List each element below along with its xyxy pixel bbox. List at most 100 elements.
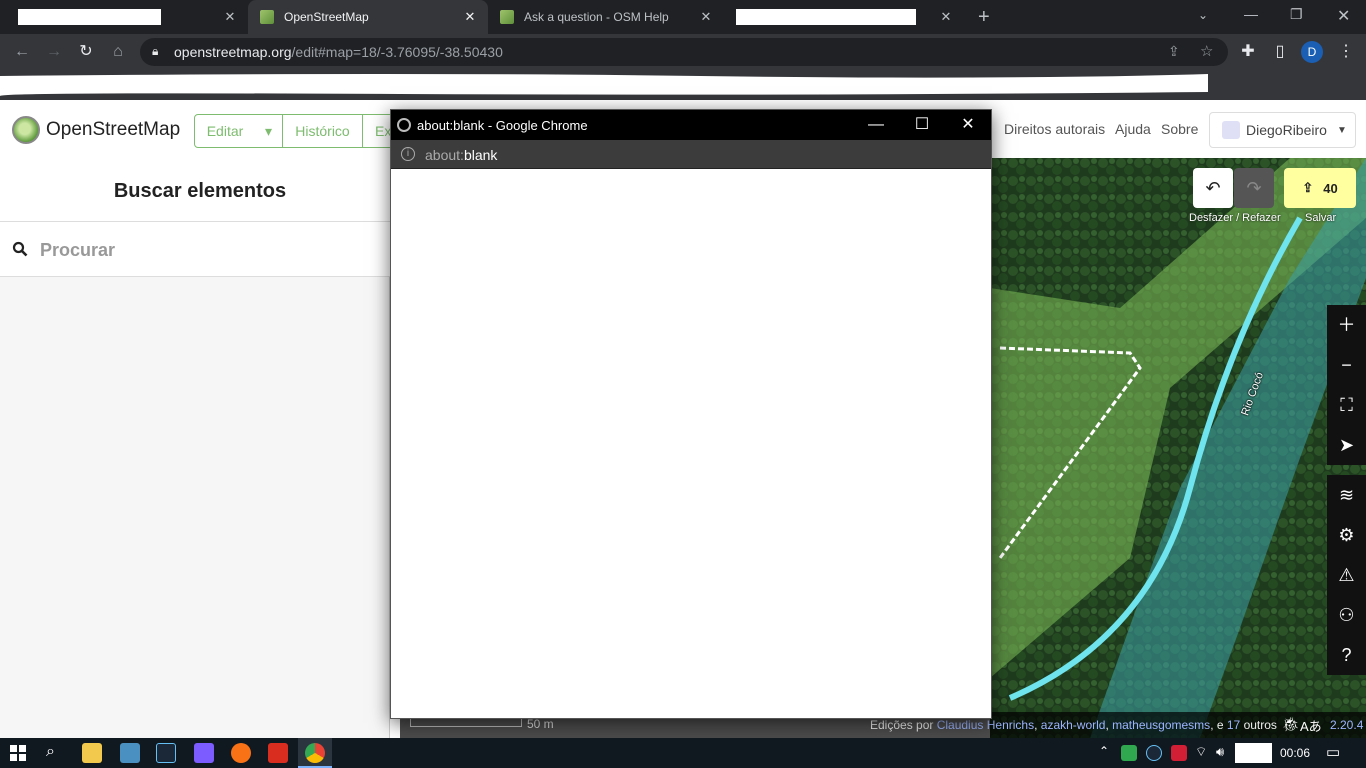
close-tab-icon[interactable]: ✕ [222,9,238,25]
user-name: DiegoRibeiro [1246,122,1327,138]
preferences-icon[interactable]: ⚇ [1327,595,1366,635]
user-link[interactable]: matheusgomesms [1112,718,1210,732]
chevron-up-icon[interactable]: ⌃ [1099,744,1109,758]
info-icon[interactable]: i [401,147,415,161]
windows-start-icon[interactable] [10,745,26,761]
search-icon [12,241,28,257]
sidebar-header: Buscar elementos [0,158,390,222]
redo-button[interactable]: ↷ [1234,168,1274,208]
save-label: Salvar [1305,212,1337,224]
wifi-icon[interactable]: ⌔ [1195,744,1207,760]
others-count-link[interactable]: 17 [1227,718,1240,732]
map-canvas[interactable]: Rio Cocó [990,158,1366,738]
search-icon[interactable]: ⌕ [46,743,55,761]
attribution-others: outros [1240,718,1277,732]
browser-tab[interactable]: ✕ [724,0,964,34]
popup-url: about:blank [425,147,497,163]
close-tab-icon[interactable]: ✕ [462,9,478,25]
browser-tab[interactable]: ✕ [0,0,248,34]
maximize-icon[interactable]: ☐ [899,110,945,140]
zoom-out-button[interactable]: − [1327,345,1366,385]
popup-window[interactable]: about:blank - Google Chrome — ☐ ✕ i abou… [390,109,992,719]
zoom-to-selection-icon[interactable]: ⛶ [1327,385,1366,425]
redacted-tab-title [736,9,916,25]
globe-icon [397,118,411,132]
chevron-down-icon: ▼ [1336,124,1347,136]
map-data-icon[interactable]: ⚙ [1327,515,1366,555]
minimize-icon[interactable]: — [1244,6,1258,22]
editor-sidebar: Buscar elementos [0,158,390,738]
browser-tab-strip: ✕ OpenStreetMap ✕ Ask a question - OSM H… [0,0,1366,34]
browser-tab-osm[interactable]: OpenStreetMap ✕ [248,0,488,34]
close-tab-icon[interactable]: ✕ [938,9,954,25]
close-tab-icon[interactable]: ✕ [698,9,714,25]
issues-warning-icon[interactable]: ⚠ [1327,555,1366,595]
edit-button[interactable]: Editar [194,114,256,148]
restore-icon[interactable]: ❐ [1290,6,1303,23]
redacted-tray [1235,743,1272,763]
popup-address-bar: i about:blank [391,140,991,169]
geolocate-icon[interactable]: ➤ [1327,425,1366,465]
history-button[interactable]: Histórico [282,114,363,148]
user-menu-button[interactable]: DiegoRibeiro ▼ [1209,112,1356,148]
edit-dropdown-button[interactable]: ▾ [255,114,283,148]
origin-icon[interactable] [231,743,251,763]
copyright-link[interactable]: Direitos autorais [1004,121,1105,137]
security-icon[interactable] [1121,745,1137,761]
user-link[interactable]: Claudius Henrichs [937,718,1034,732]
popup-titlebar[interactable]: about:blank - Google Chrome — ☐ ✕ [391,110,991,140]
osm-favicon-icon [260,10,274,24]
volume-icon[interactable]: 🔊︎ [1216,744,1224,760]
undo-button[interactable]: ↶ [1193,168,1233,208]
about-link[interactable]: Sobre [1161,121,1198,137]
zoom-in-button[interactable]: ＋ [1327,305,1366,345]
url-host: openstreetmap.org [174,44,292,60]
forward-icon[interactable]: → [44,42,64,62]
scale-label: 50 m [527,717,554,731]
home-icon[interactable]: ⌂ [108,42,128,62]
game-app-icon[interactable] [194,743,214,763]
share-icon[interactable]: ⇪ [1168,43,1180,60]
minimize-icon[interactable]: — [853,110,899,140]
background-layers-icon[interactable]: ≋ [1327,475,1366,515]
tab-search-icon[interactable]: ⌄ [1198,8,1208,22]
avatar [1222,121,1240,139]
satellite-map [990,158,1366,738]
close-window-icon[interactable]: ✕ [1337,6,1350,26]
help-icon[interactable]: ? [1327,635,1366,675]
menu-icon[interactable]: ⋮ [1336,42,1356,62]
bookmark-star-icon[interactable]: ☆ [1200,42,1213,60]
browser-tab-osm-help[interactable]: Ask a question - OSM Help ✕ [488,0,724,34]
clock[interactable]: 00:06 [1280,746,1310,760]
save-button[interactable]: ⇪ 40 [1284,168,1356,208]
app-icon[interactable] [120,743,140,763]
user-link[interactable]: azakh-world [1041,718,1106,732]
back-icon[interactable]: ← [12,42,32,62]
bug-report-icon[interactable]: 🐞︎ [1282,716,1300,733]
close-icon[interactable]: ✕ [945,110,991,140]
windows-taskbar: ⌕ ⌃ ⌔ 🔊︎ 00:06 ▭ [0,738,1366,768]
reload-icon[interactable]: ↻ [76,42,96,62]
file-explorer-icon[interactable] [82,743,102,763]
osm-logo[interactable]: OpenStreetMap [12,116,180,144]
steam-icon[interactable] [156,743,176,763]
office-app-icon[interactable] [268,743,288,763]
chrome-taskbar-button[interactable] [298,738,332,768]
side-panel-icon[interactable]: ▯ [1270,42,1290,62]
help-link[interactable]: Ajuda [1115,121,1151,137]
search-input[interactable] [40,237,370,263]
save-count: 40 [1323,180,1338,196]
extensions-icon[interactable]: ✚ [1238,42,1258,62]
steam-tray-icon[interactable] [1146,745,1162,761]
lock-icon[interactable]: 🔒︎ [152,44,158,59]
url-prefix: about: [425,147,464,163]
address-url[interactable]: openstreetmap.org/edit#map=18/-3.76095/-… [174,44,503,60]
translate-icon[interactable]: Aあ [1300,716,1322,735]
profile-avatar[interactable]: D [1301,41,1323,63]
version-link[interactable]: 2.20.4 [1330,718,1363,732]
notifications-icon[interactable]: ▭ [1326,743,1340,761]
amd-icon[interactable] [1171,745,1187,761]
address-bar[interactable]: 🔒︎ openstreetmap.org/edit#map=18/-3.7609… [140,38,1228,66]
new-tab-button[interactable]: + [978,6,990,29]
chrome-icon [305,743,325,763]
